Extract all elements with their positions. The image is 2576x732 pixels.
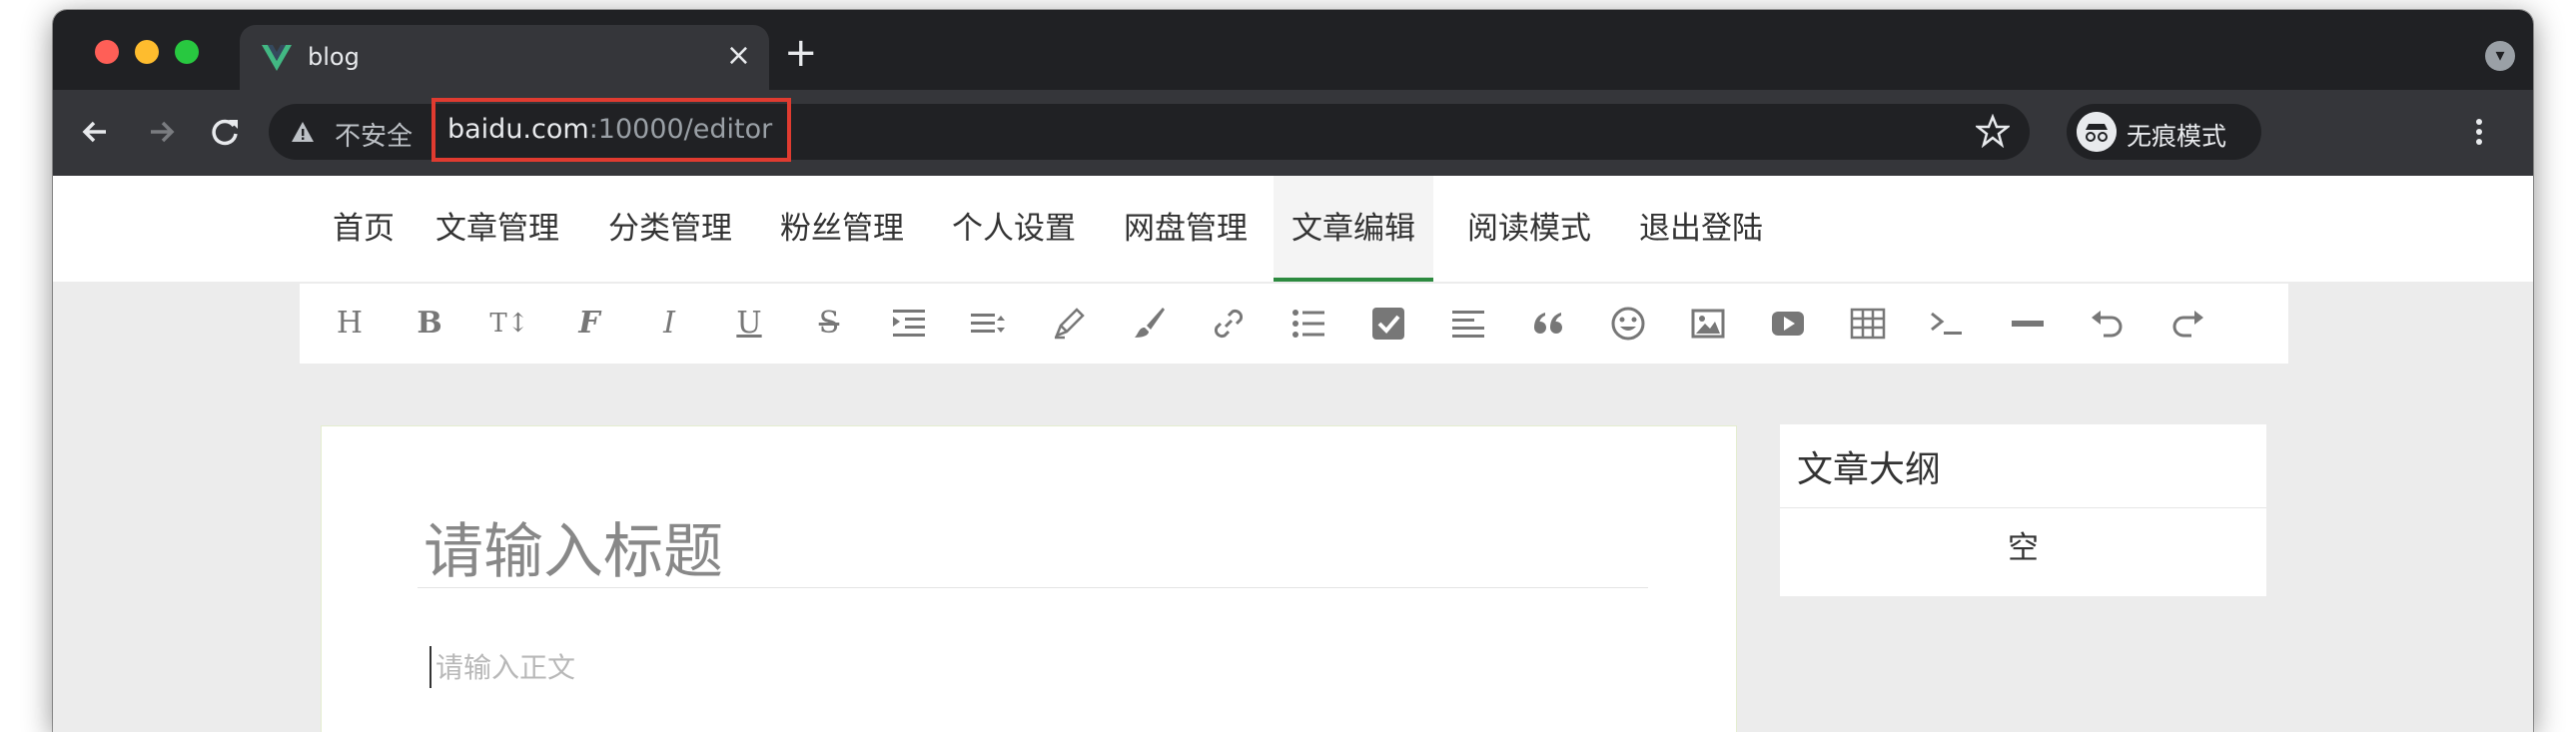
url-highlight-box: baidu.com:10000/editor: [431, 98, 791, 162]
browser-tab[interactable]: blog ×: [240, 25, 769, 90]
security-label[interactable]: 不安全: [335, 116, 413, 153]
tab-search-icon[interactable]: ▾: [2485, 41, 2515, 71]
pen-icon[interactable]: [1049, 304, 1089, 344]
nav-item-categories[interactable]: 分类管理: [597, 176, 743, 282]
title-input[interactable]: [418, 516, 1648, 588]
nav-item-settings[interactable]: 个人设置: [941, 176, 1087, 282]
minimize-window-button[interactable]: [135, 40, 159, 64]
brush-icon[interactable]: [1129, 304, 1169, 344]
undo-icon[interactable]: [2088, 304, 2128, 344]
checkbox-icon[interactable]: [1368, 304, 1408, 344]
body-input[interactable]: [429, 646, 1636, 688]
outline-title: 文章大纲: [1797, 449, 1942, 490]
redo-icon[interactable]: [2167, 304, 2207, 344]
nav-item-articles[interactable]: 文章管理: [425, 176, 570, 282]
new-tab-button[interactable]: +: [784, 33, 818, 73]
table-icon[interactable]: [1848, 304, 1888, 344]
code-icon[interactable]: [1928, 304, 1968, 344]
article-outline-panel: 文章大纲 空: [1780, 424, 2266, 596]
outline-divider: [1780, 507, 2266, 508]
underline-icon[interactable]: U: [729, 304, 769, 344]
bullet-list-icon[interactable]: [1288, 304, 1328, 344]
indent-icon[interactable]: [889, 304, 929, 344]
link-icon[interactable]: [1209, 304, 1249, 344]
url-host: baidu.com: [447, 114, 589, 145]
divider-icon[interactable]: [2008, 304, 2048, 344]
outline-empty-text: 空: [2008, 530, 2039, 566]
vue-logo-icon: [262, 45, 292, 71]
font-icon[interactable]: F: [569, 304, 609, 344]
browser-toolbar: 不安全 baidu.com:10000/editor 无痕模式: [53, 90, 2533, 176]
nav-item-home[interactable]: 首页: [323, 176, 405, 282]
nav-item-netdisk[interactable]: 网盘管理: [1113, 176, 1259, 282]
browser-window: blog × + ▾ 不安全 baidu.com:10000/editor 无痕…: [53, 10, 2533, 732]
warning-icon: [292, 122, 314, 142]
italic-icon[interactable]: I: [649, 304, 689, 344]
heading-icon[interactable]: H: [330, 304, 370, 344]
more-icon[interactable]: [2469, 112, 2489, 152]
url-text[interactable]: baidu.com:10000/editor: [447, 114, 772, 145]
incognito-label: 无痕模式: [2127, 122, 2227, 151]
strikethrough-icon[interactable]: S: [809, 304, 849, 344]
emoji-icon[interactable]: [1608, 304, 1648, 344]
incognito-indicator[interactable]: 无痕模式: [2067, 104, 2261, 160]
editor-toolbar: H B T↕ F I U S: [300, 284, 2288, 364]
site-nav: 首页 文章管理 分类管理 粉丝管理 个人设置 网盘管理 文章编辑 阅读模式 退出…: [53, 176, 2533, 282]
url-path: :10000/editor: [588, 114, 773, 145]
nav-item-editor[interactable]: 文章编辑: [1274, 176, 1433, 282]
address-bar[interactable]: 不安全 baidu.com:10000/editor: [269, 98, 2030, 162]
nav-item-reading-mode[interactable]: 阅读模式: [1456, 176, 1602, 282]
reload-icon[interactable]: [205, 112, 245, 152]
incognito-icon: [2077, 112, 2117, 152]
page-content: 首页 文章管理 分类管理 粉丝管理 个人设置 网盘管理 文章编辑 阅读模式 退出…: [53, 176, 2533, 732]
tab-strip: blog × + ▾: [53, 10, 2533, 90]
forward-icon[interactable]: [141, 112, 181, 152]
article-editor: [321, 425, 1737, 732]
tab-close-button[interactable]: ×: [726, 41, 751, 71]
video-icon[interactable]: [1768, 304, 1808, 344]
line-height-icon[interactable]: [969, 304, 1009, 344]
nav-item-logout[interactable]: 退出登陆: [1628, 176, 1774, 282]
star-icon[interactable]: [1976, 114, 2010, 148]
back-icon[interactable]: [76, 112, 116, 152]
text-size-icon[interactable]: T↕: [489, 304, 529, 344]
quote-icon[interactable]: [1528, 304, 1568, 344]
tab-title: blog: [308, 43, 360, 71]
align-left-icon[interactable]: [1448, 304, 1488, 344]
nav-item-fans[interactable]: 粉丝管理: [769, 176, 915, 282]
maximize-window-button[interactable]: [175, 40, 199, 64]
close-window-button[interactable]: [95, 40, 119, 64]
image-icon[interactable]: [1688, 304, 1728, 344]
bold-icon[interactable]: B: [410, 304, 449, 344]
